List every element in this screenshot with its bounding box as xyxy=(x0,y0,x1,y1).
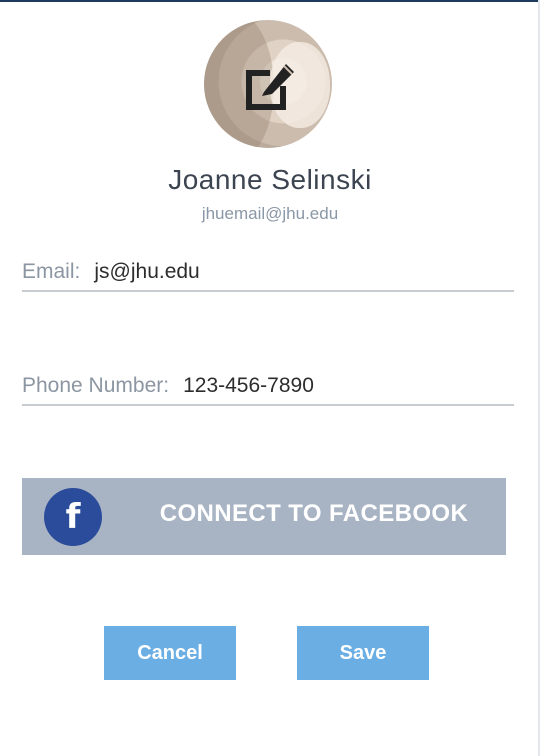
email-field[interactable]: Email: js@jhu.edu xyxy=(22,254,514,292)
connect-facebook-label: CONNECT TO FACEBOOK xyxy=(159,500,469,527)
avatar[interactable] xyxy=(204,20,332,148)
top-border xyxy=(0,0,540,2)
connect-facebook-button[interactable]: f CONNECT TO FACEBOOK xyxy=(22,478,506,555)
facebook-icon: f xyxy=(44,488,102,546)
email-label: Email: xyxy=(22,260,81,283)
edit-icon[interactable] xyxy=(240,56,300,116)
email-value[interactable]: js@jhu.edu xyxy=(94,260,199,284)
cancel-button[interactable]: Cancel xyxy=(104,626,236,680)
phone-value[interactable]: 123-456-7890 xyxy=(183,374,314,398)
phone-label: Phone Number: xyxy=(22,374,170,397)
profile-name: Joanne Selinski xyxy=(168,164,372,195)
save-button[interactable]: Save xyxy=(297,626,429,680)
phone-field[interactable]: Phone Number: 123-456-7890 xyxy=(22,368,514,406)
profile-email-subtitle: jhuemail@jhu.edu xyxy=(201,204,339,223)
